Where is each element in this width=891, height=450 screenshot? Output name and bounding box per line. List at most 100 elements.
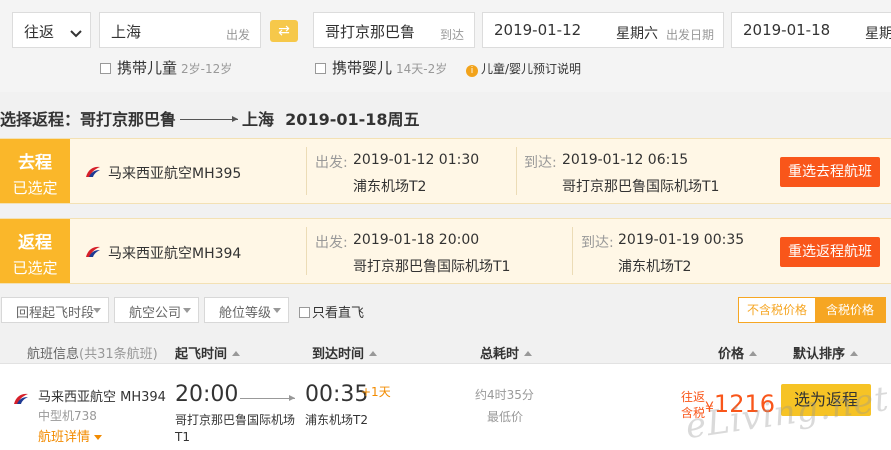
depart-label: 出发:: [315, 235, 348, 251]
route-date: 2019-01-18周五: [285, 110, 420, 129]
infant-checkbox[interactable]: 携带婴儿 14天-2岁: [315, 57, 447, 78]
route-heading: 选择返程：哥打京那巴鲁 上海 2019-01-18周五: [0, 106, 420, 130]
child-age: 2岁-12岁: [181, 62, 233, 76]
filter-airline[interactable]: 航空公司: [114, 297, 199, 323]
segment-tag-title: 去程: [18, 153, 52, 173]
table-header: 航班信息(共31条航班) 起飞时间 到达时间 总耗时 价格 默认排序: [0, 336, 891, 364]
segment-tag-status: 已选定: [12, 259, 58, 277]
checkbox-icon: [315, 63, 326, 74]
sort-default[interactable]: 默认排序: [793, 343, 859, 362]
arrive-airport: 浦东机场T2: [618, 259, 692, 275]
info-icon: i: [466, 65, 478, 77]
trip-type-select[interactable]: 往返: [12, 12, 91, 48]
depart-date-value: 2019-01-12: [494, 21, 582, 39]
infant-label: 携带婴儿: [332, 59, 393, 77]
sort-duration-label: 总耗时: [480, 347, 520, 362]
return-tag: 返程 已选定: [0, 219, 70, 283]
segment-tag-title: 返程: [18, 233, 52, 253]
arrive-time: 00:35: [305, 382, 369, 407]
flight-detail-link[interactable]: 航班详情: [38, 426, 103, 445]
route-dest: 上海: [242, 110, 275, 129]
sort-arrive[interactable]: 到达时间: [312, 343, 378, 362]
infant-age: 14天-2岁: [396, 62, 448, 76]
malaysia-airlines-logo-icon: [14, 393, 28, 404]
header-info: 航班信息(共31条航班): [27, 343, 158, 362]
sort-arrow-icon: [232, 351, 241, 356]
selected-return-segment: 返程 已选定 马来西亚航空MH394 出发: 2019-01-18 20:00 …: [0, 218, 891, 284]
return-date-value: 2019-01-18: [743, 21, 831, 39]
depart-airport: 浦东机场T2: [353, 179, 427, 195]
depart-time: 2019-01-18 20:00: [353, 232, 480, 248]
booking-note-link[interactable]: i 儿童/婴儿预订说明: [466, 60, 581, 77]
arrive-time: 2019-01-19 00:35: [618, 232, 745, 248]
sort-price[interactable]: 价格: [718, 343, 758, 362]
filter-label: 航空公司: [129, 306, 182, 321]
arrive-airport: 哥打京那巴鲁国际机场T1: [562, 179, 720, 195]
sort-arrive-label: 到达时间: [312, 347, 365, 362]
flight-name: 马来西亚航空 MH394: [38, 390, 166, 405]
filter-label: 回程起飞时段: [16, 306, 95, 321]
price-incl-tax-option[interactable]: 含税价格: [815, 298, 885, 322]
reselect-return-button[interactable]: 重选返程航班: [780, 237, 880, 267]
depart-weekday: 星期六: [616, 26, 658, 42]
divider: [516, 147, 517, 195]
checkbox-icon: [100, 63, 111, 74]
divider: [306, 227, 307, 275]
arrive-airport: 浦东机场T2: [305, 413, 368, 427]
header-info-label: 航班信息: [27, 347, 80, 362]
depart-time: 2019-01-12 01:30: [353, 152, 480, 168]
search-bar: 往返 上海 出发 ⇄ 哥打京那巴鲁 到达 2019-01-12 星期六 出发日期…: [0, 0, 891, 92]
arrive-label: 到达:: [524, 155, 557, 171]
price-tag-roundtrip: 往返: [681, 390, 706, 404]
sort-price-label: 价格: [718, 347, 745, 362]
price-tax-toggle: 不含税价格 含税价格: [738, 297, 886, 323]
filter-cabin[interactable]: 舱位等级: [204, 297, 289, 323]
return-date-field[interactable]: 2019-01-18 星期: [731, 12, 891, 48]
plus-day: +1天: [361, 385, 391, 399]
child-checkbox[interactable]: 携带儿童 2岁-12岁: [100, 57, 232, 78]
swap-cities-icon[interactable]: ⇄: [270, 20, 298, 42]
sort-arrow-icon: [524, 351, 533, 356]
direct-only-checkbox[interactable]: 只看直飞: [299, 302, 364, 321]
filter-return-time[interactable]: 回程起飞时段: [1, 297, 109, 323]
depart-airport: 哥打京那巴鲁国际机场: [175, 413, 296, 427]
route-arrow-icon: [180, 116, 239, 122]
sort-default-label: 默认排序: [793, 347, 846, 362]
segment-tag-status: 已选定: [12, 179, 58, 197]
depart-terminal: T1: [175, 430, 190, 444]
price-excl-tax-option[interactable]: 不含税价格: [739, 298, 815, 322]
plane-type: 中型机738: [38, 409, 97, 423]
from-city-field[interactable]: 上海 出发: [99, 12, 261, 48]
outbound-tag: 去程 已选定: [0, 139, 70, 203]
malaysia-airlines-logo-icon: [86, 246, 100, 257]
from-city-value: 上海: [111, 23, 142, 41]
depart-time: 20:00: [175, 382, 239, 407]
direct-only-label: 只看直飞: [312, 306, 365, 321]
chevron-down-icon: [70, 24, 82, 43]
sort-arrow-icon: [850, 351, 859, 356]
sort-duration[interactable]: 总耗时: [480, 343, 533, 362]
segment-airline: 马来西亚航空MH394: [108, 246, 242, 262]
divider: [306, 147, 307, 195]
trip-type-value: 往返: [24, 23, 55, 41]
to-city-field[interactable]: 哥打京那巴鲁 到达: [313, 12, 475, 48]
sort-arrow-icon: [749, 351, 758, 356]
depart-hint: 出发日期: [665, 28, 714, 42]
lowest-price-note: 最低价: [487, 410, 524, 424]
depart-date-field[interactable]: 2019-01-12 星期六 出发日期: [482, 12, 724, 48]
flight-detail-label: 航班详情: [38, 430, 91, 445]
caret-down-icon: [94, 435, 103, 440]
sort-arrow-icon: [369, 351, 378, 356]
segment-airline: 马来西亚航空MH395: [108, 166, 242, 182]
selected-outbound-segment: 去程 已选定 马来西亚航空MH395 出发: 2019-01-12 01:30 …: [0, 138, 891, 204]
depart-label: 出发:: [315, 155, 348, 171]
reselect-outbound-button[interactable]: 重选去程航班: [780, 157, 880, 187]
caret-down-icon: [273, 308, 281, 313]
child-label: 携带儿童: [117, 59, 178, 77]
filter-label: 舱位等级: [219, 306, 272, 321]
caret-down-icon: [93, 308, 101, 313]
sort-depart[interactable]: 起飞时间: [175, 343, 241, 362]
arrive-time: 2019-01-12 06:15: [562, 152, 689, 168]
caret-down-icon: [183, 308, 191, 313]
from-hint: 出发: [225, 28, 250, 42]
